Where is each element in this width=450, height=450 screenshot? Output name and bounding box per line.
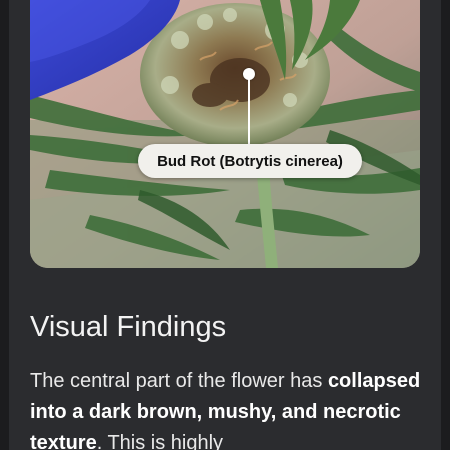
findings-text-part-2: . This is highly — [96, 432, 224, 450]
annotation-label-text: Bud Rot (Botrytis cinerea) — [157, 152, 343, 170]
plant-photo — [30, 0, 420, 268]
findings-text: The central part of the flower has colla… — [30, 366, 430, 450]
annotation-label[interactable]: Bud Rot (Botrytis cinerea) — [138, 144, 362, 178]
plant-photo-image — [30, 0, 420, 268]
annotation-leader-line — [248, 78, 250, 145]
findings-text-part-1: The central part of the flower has — [30, 370, 328, 392]
screen: Bud Rot (Botrytis cinerea) Visual Findin… — [0, 0, 450, 450]
section-title: Visual Findings — [30, 311, 227, 343]
